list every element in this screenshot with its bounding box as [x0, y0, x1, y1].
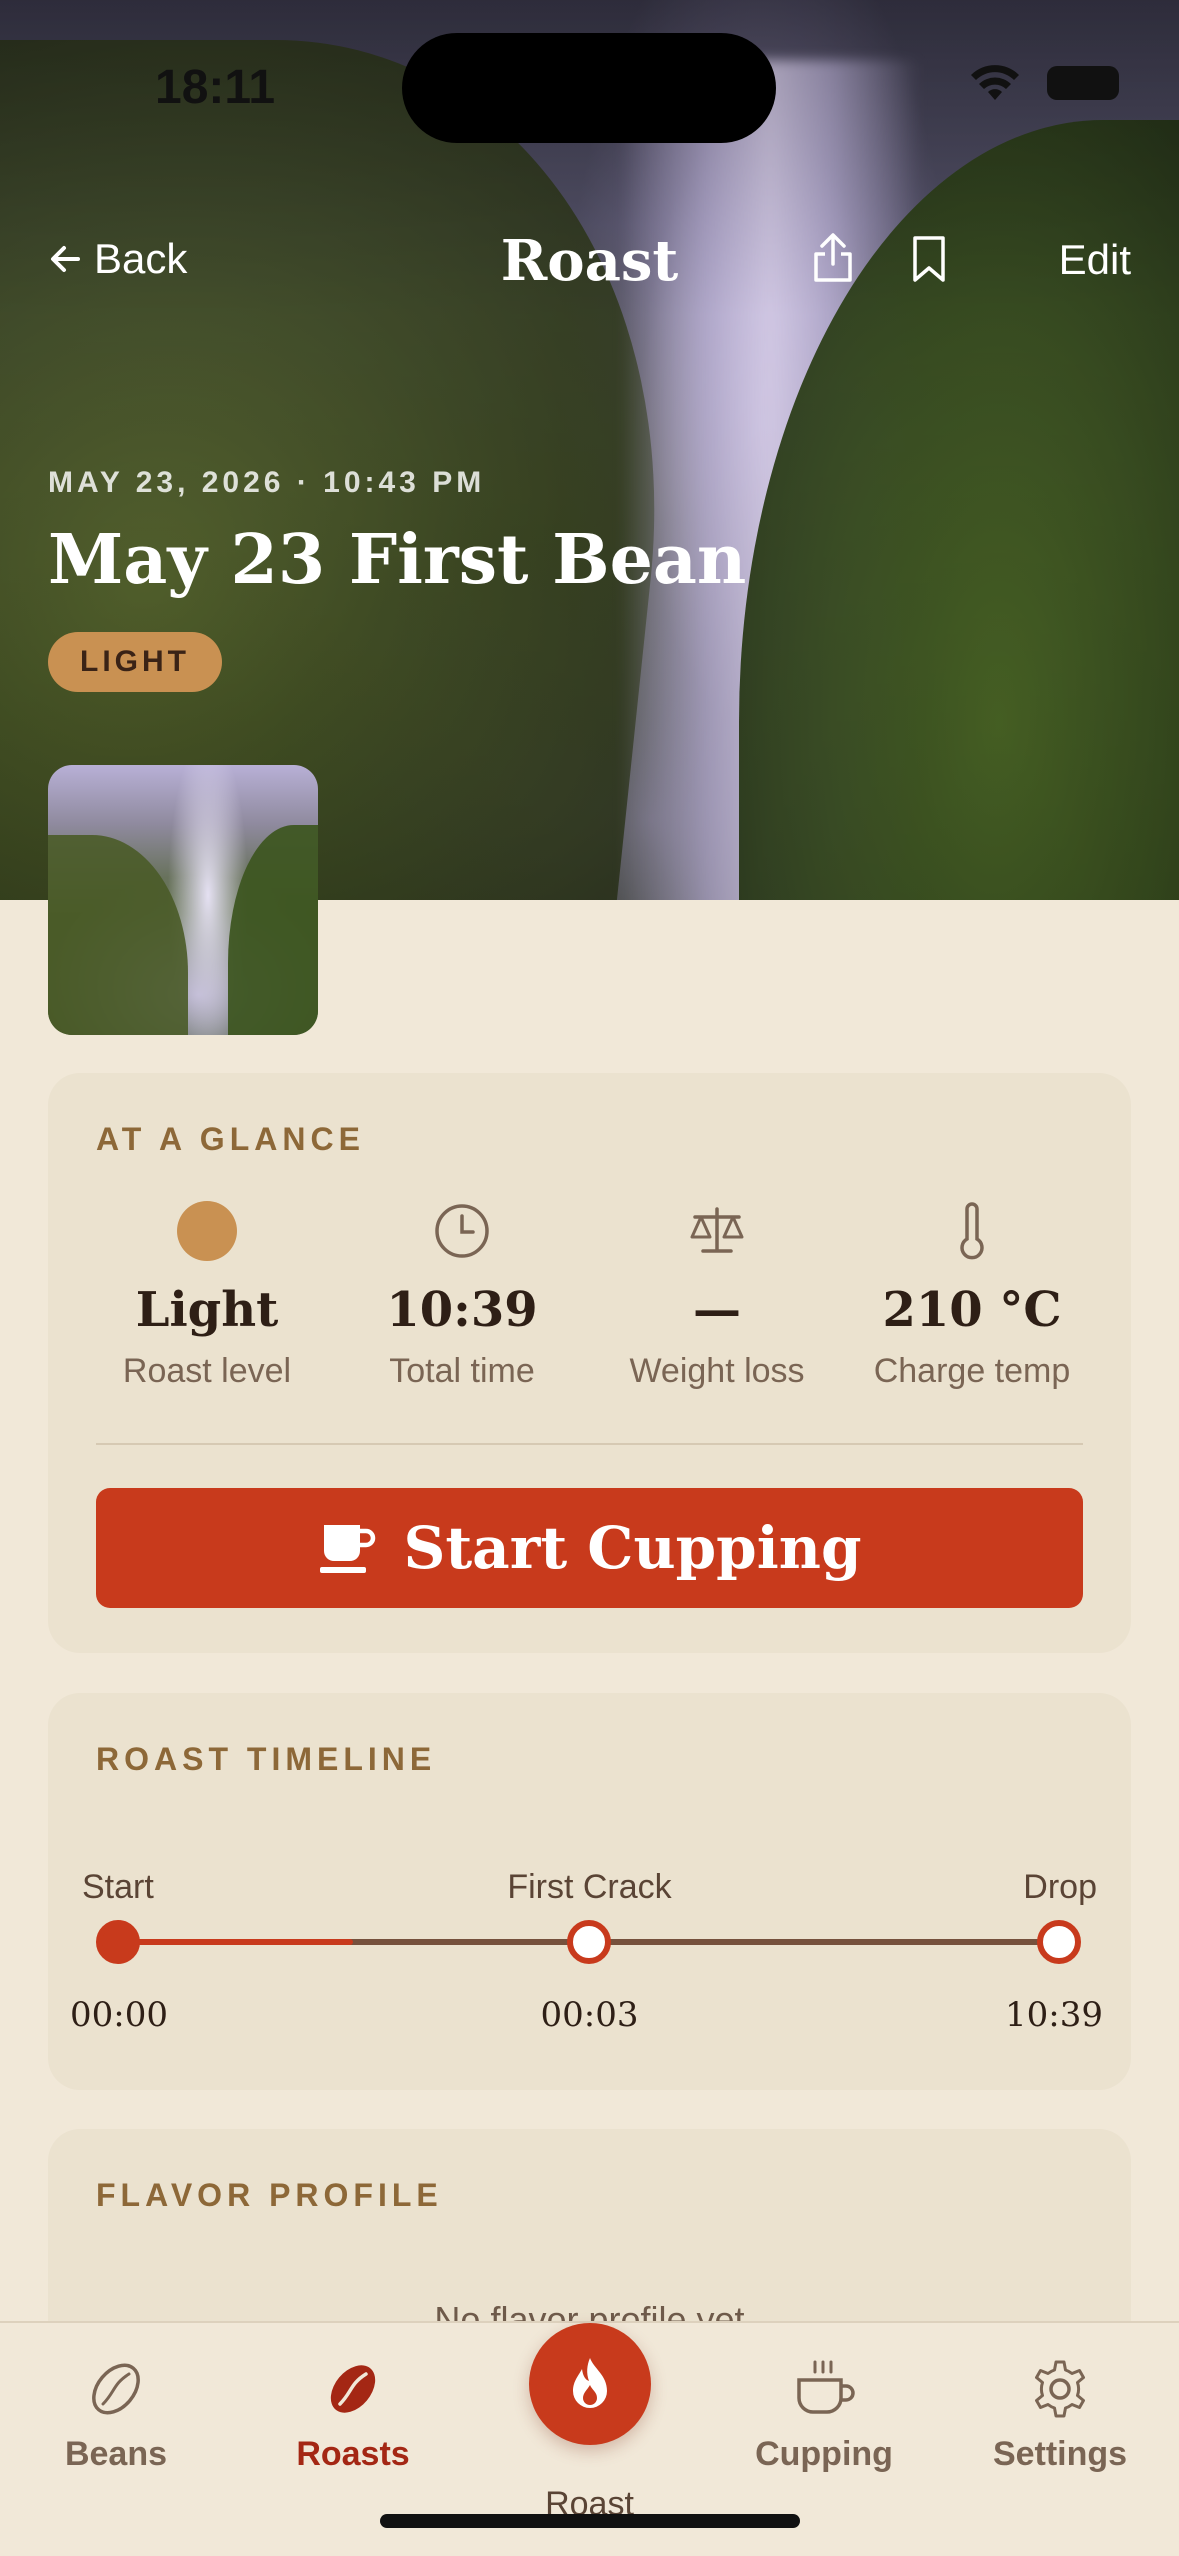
bookmark-button[interactable] — [910, 234, 948, 289]
roast-photo-thumbnail[interactable] — [48, 765, 318, 1035]
flame-icon — [573, 2358, 607, 2408]
status-time: 18:11 — [155, 61, 276, 114]
section-label: ROAST TIMELINE — [96, 1741, 437, 1777]
at-a-glance-card: AT A GLANCE Light Roast level 10:39 Tota… — [48, 1073, 1131, 1653]
timeline-first-crack-marker[interactable] — [567, 1920, 611, 1964]
stat-value: 210 °C — [882, 1282, 1062, 1338]
tab-settings[interactable]: Settings — [960, 2353, 1160, 2474]
timeline-drop-label: Drop — [1023, 1868, 1097, 1906]
stat-value: 10:39 — [386, 1282, 538, 1338]
wifi-icon — [971, 65, 1019, 100]
stat-label: Charge temp — [873, 1352, 1071, 1390]
battery-icon — [1047, 66, 1119, 100]
tab-roast[interactable] — [529, 2323, 651, 2445]
tab-label: Beans — [64, 2435, 168, 2473]
scale-icon — [690, 1207, 744, 1253]
stat-value: Light — [135, 1282, 279, 1338]
thermometer-icon — [960, 1202, 984, 1260]
stat-total-time: 10:39 Total time — [342, 1198, 582, 1391]
roast-name: May 23 First Bean — [48, 520, 747, 600]
timeline-drop-marker[interactable] — [1037, 1920, 1081, 1964]
tab-label: Cupping — [755, 2435, 893, 2473]
stat-charge-temp: 210 °C Charge temp — [852, 1198, 1092, 1391]
stat-label: Roast level — [122, 1352, 292, 1390]
tab-label: Settings — [992, 2435, 1128, 2473]
tab-cupping[interactable]: Cupping — [724, 2353, 924, 2474]
clock-icon — [435, 1204, 489, 1258]
start-cupping-label: Start Cupping — [403, 1514, 862, 1582]
timeline-first-crack-label: First Crack — [507, 1868, 672, 1906]
section-label: FLAVOR PROFILE — [96, 2177, 443, 2213]
tab-roasts[interactable]: Roasts — [253, 2353, 453, 2474]
stat-weight-loss: — Weight loss — [597, 1198, 837, 1391]
stat-label: Total time — [389, 1352, 535, 1390]
cup-icon — [319, 1525, 375, 1573]
share-button[interactable] — [810, 232, 856, 289]
bookmark-icon — [913, 236, 945, 282]
share-icon — [814, 233, 852, 282]
stat-value: — — [693, 1282, 741, 1338]
roast-level-badge: LIGHT — [48, 632, 222, 692]
stat-roast-level: Light Roast level — [87, 1198, 327, 1391]
timeline-drop-time: 10:39 — [1005, 1995, 1103, 2035]
tab-label: Roasts — [296, 2435, 410, 2473]
page-title: Roast — [500, 228, 679, 294]
status-icons — [969, 64, 1119, 102]
bean-filled-icon — [330, 2365, 376, 2413]
tab-beans[interactable]: Beans — [16, 2353, 216, 2474]
divider — [96, 1443, 1083, 1445]
edit-button[interactable]: Edit — [1059, 236, 1131, 284]
timeline-progress — [118, 1939, 353, 1945]
gear-icon — [1035, 2360, 1085, 2418]
timeline-start-marker[interactable] — [96, 1920, 140, 1964]
bean-outline-icon — [92, 2363, 140, 2415]
start-cupping-button[interactable]: Start Cupping — [96, 1488, 1083, 1608]
roast-datetime: MAY 23, 2026 · 10:43 PM — [48, 466, 486, 499]
dynamic-island — [402, 33, 776, 143]
roast-timeline-card: ROAST TIMELINE Start First Crack Drop 00… — [48, 1693, 1131, 2090]
home-indicator — [380, 2514, 800, 2528]
stat-label: Weight loss — [629, 1352, 805, 1390]
section-label: AT A GLANCE — [96, 1121, 365, 1157]
roast-level-dot-icon — [177, 1201, 237, 1261]
cup-icon — [797, 2360, 855, 2414]
timeline-first-crack-time: 00:03 — [540, 1995, 639, 2035]
